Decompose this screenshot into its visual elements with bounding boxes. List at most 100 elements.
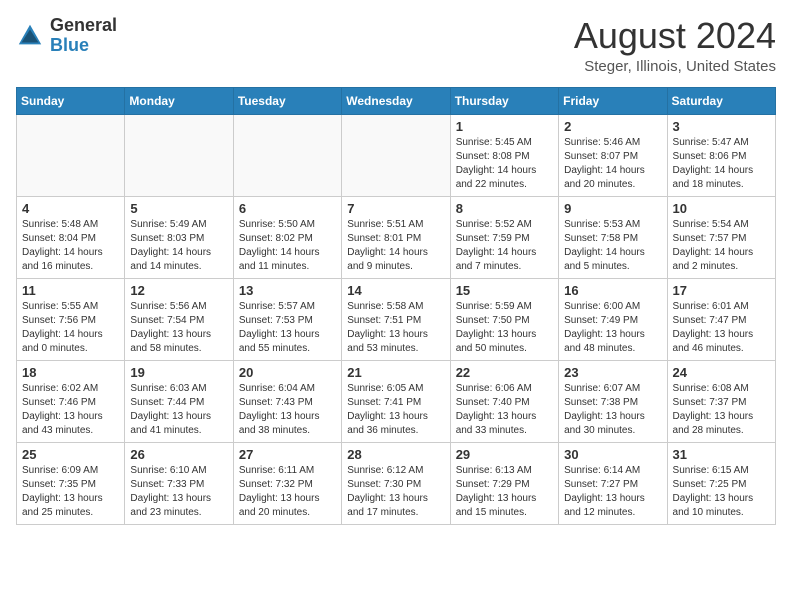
page-header: General Blue August 2024 Steger, Illinoi… [16, 16, 776, 75]
calendar-cell: 27 Sunrise: 6:11 AM Sunset: 7:32 PM Dayli… [233, 442, 341, 524]
day-number: 14 [347, 283, 444, 298]
calendar-cell: 26Sunrise: 6:10 AM Sunset: 7:33 PM Dayli… [125, 442, 233, 524]
cell-detail-text: Sunrise: 5:49 AM Sunset: 8:03 PM Dayligh… [130, 218, 227, 274]
cell-detail-text: Sunrise: 5:58 AM Sunset: 7:51 PM Dayligh… [347, 300, 444, 356]
logo: General Blue [16, 16, 117, 56]
day-number: 30 [564, 447, 661, 462]
day-number: 21 [347, 365, 444, 380]
cell-detail-text: Sunrise: 5:46 AM Sunset: 8:07 PM Dayligh… [564, 136, 661, 192]
cell-detail-text: Sunrise: 6:13 AM Sunset: 7:29 PM Dayligh… [456, 464, 553, 520]
day-number: 1 [456, 119, 553, 134]
calendar-cell: 10 Sunrise: 5:54 AM Sunset: 7:57 PM Dayli… [667, 196, 775, 278]
calendar-week-row: 11 Sunrise: 5:55 AM Sunset: 7:56 PM Dayli… [17, 278, 776, 360]
day-number: 28 [347, 447, 444, 462]
day-number: 27 [239, 447, 336, 462]
day-number: 19 [130, 365, 227, 380]
calendar-cell: 29 Sunrise: 6:13 AM Sunset: 7:29 PM Dayli… [450, 442, 558, 524]
calendar-cell: 14 Sunrise: 5:58 AM Sunset: 7:51 PM Dayli… [342, 278, 450, 360]
weekday-header-tuesday: Tuesday [233, 87, 341, 114]
weekday-header-row: SundayMondayTuesdayWednesdayThursdayFrid… [17, 87, 776, 114]
title-block: August 2024 Steger, Illinois, United Sta… [574, 16, 776, 75]
cell-detail-text: Sunrise: 5:45 AM Sunset: 8:08 PM Dayligh… [456, 136, 553, 192]
calendar-cell: 28 Sunrise: 6:12 AM Sunset: 7:30 PM Dayli… [342, 442, 450, 524]
calendar-cell: 22Sunrise: 6:06 AM Sunset: 7:40 PM Dayli… [450, 360, 558, 442]
cell-detail-text: Sunrise: 6:11 AM Sunset: 7:32 PM Dayligh… [239, 464, 336, 520]
cell-detail-text: Sunrise: 5:48 AM Sunset: 8:04 PM Dayligh… [22, 218, 119, 274]
calendar-cell: 24 Sunrise: 6:08 AM Sunset: 7:37 PM Dayli… [667, 360, 775, 442]
day-number: 17 [673, 283, 770, 298]
weekday-header-thursday: Thursday [450, 87, 558, 114]
day-number: 24 [673, 365, 770, 380]
calendar-cell: 8 Sunrise: 5:52 AM Sunset: 7:59 PM Daylig… [450, 196, 558, 278]
day-number: 31 [673, 447, 770, 462]
calendar-week-row: 18 Sunrise: 6:02 AM Sunset: 7:46 PM Dayli… [17, 360, 776, 442]
calendar-cell: 30Sunrise: 6:14 AM Sunset: 7:27 PM Dayli… [559, 442, 667, 524]
cell-detail-text: Sunrise: 6:15 AM Sunset: 7:25 PM Dayligh… [673, 464, 770, 520]
cell-detail-text: Sunrise: 6:07 AM Sunset: 7:38 PM Dayligh… [564, 382, 661, 438]
calendar-table: SundayMondayTuesdayWednesdayThursdayFrid… [16, 87, 776, 525]
logo-icon [16, 22, 44, 50]
weekday-header-friday: Friday [559, 87, 667, 114]
cell-detail-text: Sunrise: 5:57 AM Sunset: 7:53 PM Dayligh… [239, 300, 336, 356]
calendar-cell: 25 Sunrise: 6:09 AM Sunset: 7:35 PM Dayli… [17, 442, 125, 524]
day-number: 5 [130, 201, 227, 216]
day-number: 26 [130, 447, 227, 462]
weekday-header-wednesday: Wednesday [342, 87, 450, 114]
cell-detail-text: Sunrise: 6:05 AM Sunset: 7:41 PM Dayligh… [347, 382, 444, 438]
weekday-header-monday: Monday [125, 87, 233, 114]
cell-detail-text: Sunrise: 5:47 AM Sunset: 8:06 PM Dayligh… [673, 136, 770, 192]
cell-detail-text: Sunrise: 5:51 AM Sunset: 8:01 PM Dayligh… [347, 218, 444, 274]
weekday-header-sunday: Sunday [17, 87, 125, 114]
day-number: 7 [347, 201, 444, 216]
day-number: 22 [456, 365, 553, 380]
calendar-cell: 19Sunrise: 6:03 AM Sunset: 7:44 PM Dayli… [125, 360, 233, 442]
day-number: 15 [456, 283, 553, 298]
calendar-cell: 2Sunrise: 5:46 AM Sunset: 8:07 PM Daylig… [559, 114, 667, 196]
calendar-cell [342, 114, 450, 196]
cell-detail-text: Sunrise: 5:52 AM Sunset: 7:59 PM Dayligh… [456, 218, 553, 274]
day-number: 13 [239, 283, 336, 298]
day-number: 10 [673, 201, 770, 216]
location-subtitle: Steger, Illinois, United States [574, 58, 776, 75]
day-number: 11 [22, 283, 119, 298]
calendar-cell: 3 Sunrise: 5:47 AM Sunset: 8:06 PM Daylig… [667, 114, 775, 196]
cell-detail-text: Sunrise: 5:55 AM Sunset: 7:56 PM Dayligh… [22, 300, 119, 356]
cell-detail-text: Sunrise: 5:54 AM Sunset: 7:57 PM Dayligh… [673, 218, 770, 274]
calendar-cell: 18 Sunrise: 6:02 AM Sunset: 7:46 PM Dayli… [17, 360, 125, 442]
month-year-title: August 2024 [574, 16, 776, 56]
cell-detail-text: Sunrise: 6:08 AM Sunset: 7:37 PM Dayligh… [673, 382, 770, 438]
day-number: 23 [564, 365, 661, 380]
day-number: 3 [673, 119, 770, 134]
cell-detail-text: Sunrise: 6:02 AM Sunset: 7:46 PM Dayligh… [22, 382, 119, 438]
calendar-cell: 9Sunrise: 5:53 AM Sunset: 7:58 PM Daylig… [559, 196, 667, 278]
day-number: 29 [456, 447, 553, 462]
cell-detail-text: Sunrise: 6:00 AM Sunset: 7:49 PM Dayligh… [564, 300, 661, 356]
calendar-cell: 1 Sunrise: 5:45 AM Sunset: 8:08 PM Daylig… [450, 114, 558, 196]
cell-detail-text: Sunrise: 6:09 AM Sunset: 7:35 PM Dayligh… [22, 464, 119, 520]
calendar-cell: 7 Sunrise: 5:51 AM Sunset: 8:01 PM Daylig… [342, 196, 450, 278]
day-number: 8 [456, 201, 553, 216]
day-number: 4 [22, 201, 119, 216]
day-number: 20 [239, 365, 336, 380]
calendar-cell: 20 Sunrise: 6:04 AM Sunset: 7:43 PM Dayli… [233, 360, 341, 442]
cell-detail-text: Sunrise: 6:04 AM Sunset: 7:43 PM Dayligh… [239, 382, 336, 438]
calendar-cell: 31 Sunrise: 6:15 AM Sunset: 7:25 PM Dayli… [667, 442, 775, 524]
day-number: 16 [564, 283, 661, 298]
calendar-cell [125, 114, 233, 196]
weekday-header-saturday: Saturday [667, 87, 775, 114]
calendar-week-row: 25 Sunrise: 6:09 AM Sunset: 7:35 PM Dayli… [17, 442, 776, 524]
calendar-cell [17, 114, 125, 196]
calendar-cell: 13 Sunrise: 5:57 AM Sunset: 7:53 PM Dayli… [233, 278, 341, 360]
calendar-week-row: 4 Sunrise: 5:48 AM Sunset: 8:04 PM Daylig… [17, 196, 776, 278]
calendar-cell: 11 Sunrise: 5:55 AM Sunset: 7:56 PM Dayli… [17, 278, 125, 360]
cell-detail-text: Sunrise: 5:50 AM Sunset: 8:02 PM Dayligh… [239, 218, 336, 274]
day-number: 6 [239, 201, 336, 216]
day-number: 12 [130, 283, 227, 298]
cell-detail-text: Sunrise: 5:53 AM Sunset: 7:58 PM Dayligh… [564, 218, 661, 274]
cell-detail-text: Sunrise: 6:01 AM Sunset: 7:47 PM Dayligh… [673, 300, 770, 356]
calendar-week-row: 1 Sunrise: 5:45 AM Sunset: 8:08 PM Daylig… [17, 114, 776, 196]
day-number: 18 [22, 365, 119, 380]
calendar-cell: 21 Sunrise: 6:05 AM Sunset: 7:41 PM Dayli… [342, 360, 450, 442]
day-number: 25 [22, 447, 119, 462]
cell-detail-text: Sunrise: 6:12 AM Sunset: 7:30 PM Dayligh… [347, 464, 444, 520]
